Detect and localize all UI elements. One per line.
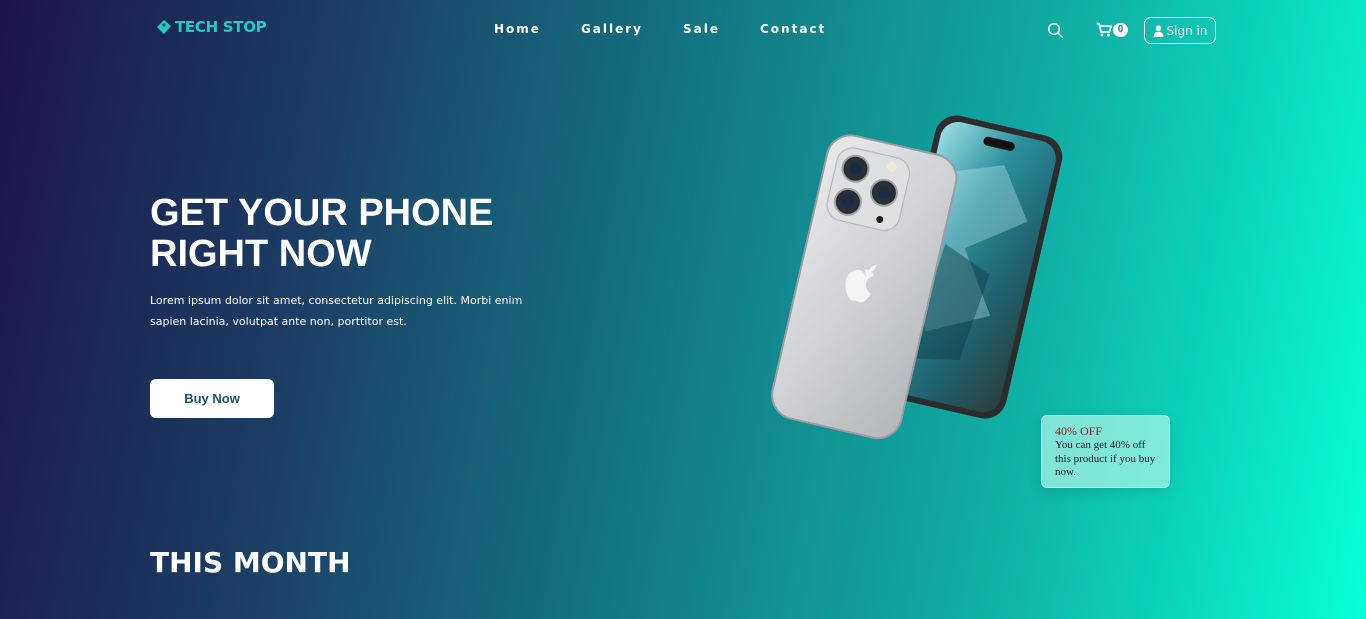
nav-link-contact[interactable]: Contact [760,22,826,36]
cart-count-badge: 0 [1113,22,1128,37]
main-nav: Home Gallery Sale Contact [494,22,826,36]
sign-in-label: Sign in [1166,23,1208,38]
cart-icon [1096,22,1112,37]
user-icon [1153,24,1164,37]
nav-link-home[interactable]: Home [494,22,541,36]
promo-title: 40% OFF [1055,424,1103,438]
nav-link-sale[interactable]: Sale [683,22,720,36]
nav-link-gallery[interactable]: Gallery [581,22,643,36]
brand-logo[interactable]: TECH STOP [156,18,267,36]
hero-title: GET YOUR PHONE RIGHT NOW [150,193,570,275]
buy-now-button[interactable]: Buy Now [150,379,274,418]
smartphone-image [771,115,1063,440]
sign-in-button[interactable]: Sign in [1144,17,1216,44]
cart-button[interactable]: 0 [1096,22,1128,37]
tag-icon [157,20,171,34]
brand-name: TECH STOP [175,18,267,36]
hero-title-line-2: RIGHT NOW [150,233,372,275]
hero-title-line-1: GET YOUR PHONE [150,192,494,234]
hero-description: Lorem ipsum dolor sit amet, consectetur … [150,294,523,328]
search-button[interactable] [1047,22,1064,39]
promo-card: 40% OFF You can get 40% off this product… [1041,415,1170,488]
section-title: THIS MONTH [150,546,351,579]
promo-text: You can get 40% off this product if you … [1055,439,1156,478]
search-icon [1047,22,1064,39]
navbar: TECH STOP Home Gallery Sale Contact 0 Si… [0,0,1366,60]
